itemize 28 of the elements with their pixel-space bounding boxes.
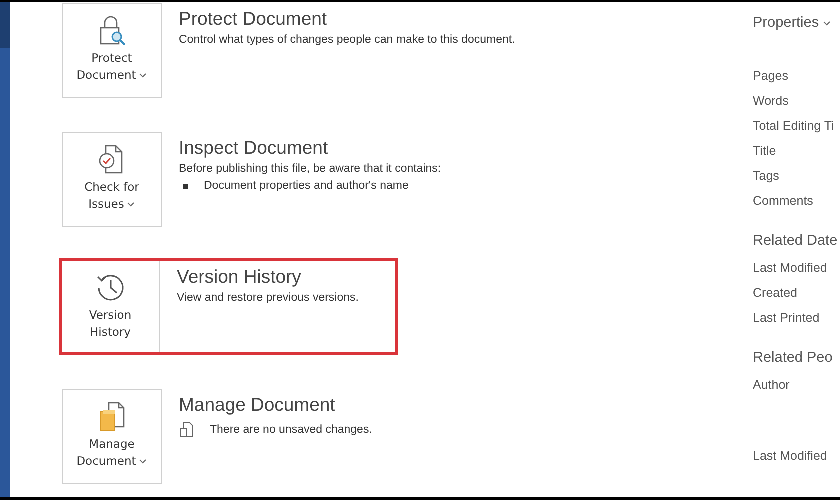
property-label: Last Modified: [753, 448, 828, 465]
section-description: View and restore previous versions.: [177, 292, 359, 304]
property-label: Tags: [753, 168, 780, 185]
section-heading: Related Peo: [753, 349, 834, 368]
property-label: Last Modified: [753, 260, 828, 277]
property-label: Last Printed: [753, 310, 821, 327]
section-title: Inspect Document: [179, 136, 330, 160]
property-label: Created: [753, 285, 798, 302]
tool-button[interactable]: Check for Issues: [62, 132, 162, 227]
section-heading[interactable]: Properties: [753, 12, 840, 34]
section-title: Protect Document: [179, 7, 328, 31]
detail-text: Document properties and author's name: [204, 180, 409, 192]
tool-button[interactable]: Protect Document: [62, 3, 162, 98]
section-description: Control what types of changes people can make to this document.: [179, 34, 516, 46]
property-label: Pages: [753, 68, 790, 85]
property-label: Title: [753, 143, 778, 160]
property-label: Author: [753, 377, 791, 394]
section-description: Before publishing this file, be aware that it contains:: [179, 163, 442, 175]
bullet-icon: [183, 184, 188, 188]
section-heading: Related Date: [753, 232, 839, 251]
property-label: Words: [753, 93, 790, 110]
section-title: Version History: [177, 265, 302, 289]
document-icon: [180, 422, 194, 438]
property-label: Total Editing Ti: [753, 118, 836, 135]
detail-text: There are no unsaved changes.: [210, 424, 372, 436]
property-label: Comments: [753, 193, 814, 210]
section-title: Manage Document: [179, 393, 336, 417]
tool-button[interactable]: Manage Document: [62, 389, 162, 484]
